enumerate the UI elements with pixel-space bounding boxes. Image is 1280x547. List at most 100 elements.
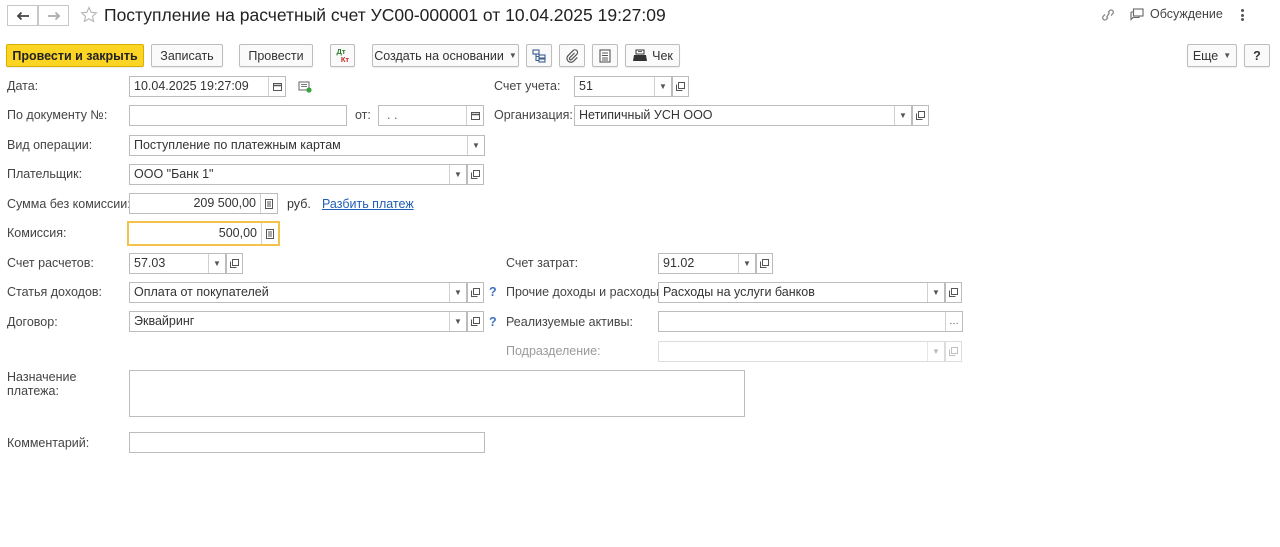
link-icon[interactable] xyxy=(1100,8,1116,25)
other-income-expense-select[interactable]: Расходы на услуги банков ▼ xyxy=(658,282,945,303)
purpose-label: Назначение платежа: xyxy=(7,370,77,398)
open-other-income-expense-button[interactable] xyxy=(945,282,962,303)
chevron-down-icon[interactable]: ▼ xyxy=(738,254,755,273)
chevron-down-icon: ▼ xyxy=(1223,51,1232,60)
chevron-down-icon[interactable]: ▼ xyxy=(894,106,911,125)
back-button[interactable] xyxy=(7,5,38,26)
doc-number-input[interactable] xyxy=(129,105,347,126)
payer-label: Плательщик: xyxy=(7,167,83,181)
date-label: Дата: xyxy=(7,79,39,93)
amount-value: 209 500,00 xyxy=(193,196,256,210)
currency-label: руб. xyxy=(287,197,311,211)
chevron-down-icon[interactable]: ▼ xyxy=(467,136,484,155)
report-button[interactable] xyxy=(592,44,618,67)
payer-select[interactable]: ООО "Банк 1" ▼ xyxy=(129,164,467,185)
calculator-icon[interactable] xyxy=(261,223,278,244)
calendar-icon[interactable] xyxy=(466,106,483,125)
division-label: Подразделение: xyxy=(506,344,601,358)
arrow-left-icon xyxy=(16,11,29,20)
attachments-button[interactable] xyxy=(559,44,585,67)
posting-status-icon xyxy=(298,80,312,96)
chevron-down-icon[interactable]: ▼ xyxy=(449,312,466,331)
open-window-icon xyxy=(471,288,480,297)
open-organization-button[interactable] xyxy=(912,105,929,126)
open-income-item-button[interactable] xyxy=(467,282,484,303)
more-button[interactable]: Еще ▼ xyxy=(1187,44,1237,67)
chevron-down-icon[interactable]: ▼ xyxy=(927,283,944,302)
doc-number-value xyxy=(130,106,346,125)
open-expense-account-button[interactable] xyxy=(756,253,773,274)
more-label: Еще xyxy=(1192,48,1219,63)
cash-register-icon xyxy=(633,49,648,61)
ellipsis-icon[interactable]: … xyxy=(945,312,962,331)
forward-button[interactable] xyxy=(38,5,69,26)
expense-account-label: Счет затрат: xyxy=(506,256,579,270)
purpose-textarea[interactable] xyxy=(129,370,745,417)
paperclip-icon xyxy=(566,48,579,63)
contract-select[interactable]: Эквайринг ▼ xyxy=(129,311,467,332)
discussion-icon xyxy=(1130,7,1144,21)
contract-value: Эквайринг xyxy=(134,314,195,328)
open-payer-button[interactable] xyxy=(467,164,484,185)
receipt-button[interactable]: Чек xyxy=(625,44,680,67)
account-value: 51 xyxy=(579,79,593,93)
create-based-on-button[interactable]: Создать на основании ▼ xyxy=(372,44,519,67)
other-income-expense-label: Прочие доходы и расходы: xyxy=(506,285,663,299)
open-account-button[interactable] xyxy=(672,76,689,97)
account-label: Счет учета: xyxy=(494,79,561,93)
open-window-icon xyxy=(760,259,769,268)
kt-label: Кт xyxy=(340,54,350,64)
help-question-icon[interactable]: ? xyxy=(489,315,497,329)
open-contract-button[interactable] xyxy=(467,311,484,332)
commission-input[interactable]: 500,00 xyxy=(127,221,280,246)
comment-input[interactable] xyxy=(129,432,485,453)
chevron-down-icon[interactable]: ▼ xyxy=(449,283,466,302)
amount-input[interactable]: 209 500,00 xyxy=(129,193,278,214)
dt-kt-button[interactable]: Дт Кт xyxy=(330,44,355,67)
discussion-button[interactable]: Обсуждение xyxy=(1130,7,1223,21)
account-select[interactable]: 51 ▼ xyxy=(574,76,672,97)
chevron-down-icon[interactable]: ▼ xyxy=(208,254,225,273)
doc-date-field[interactable]: . . xyxy=(378,105,484,126)
settlement-account-value: 57.03 xyxy=(134,256,166,270)
settlement-account-label: Счет расчетов: xyxy=(7,256,94,270)
income-item-select[interactable]: Оплата от покупателей ▼ xyxy=(129,282,467,303)
operation-type-select[interactable]: Поступление по платежным картам ▼ xyxy=(129,135,485,156)
chevron-down-icon[interactable]: ▼ xyxy=(654,77,671,96)
sold-assets-input[interactable]: … xyxy=(658,311,963,332)
organization-label: Организация: xyxy=(494,108,573,122)
date-field[interactable]: 10.04.2025 19:27:09 xyxy=(129,76,286,97)
open-window-icon xyxy=(949,288,958,297)
amount-label: Сумма без комиссии: xyxy=(7,197,131,211)
help-question-icon[interactable]: ? xyxy=(489,285,497,299)
save-button[interactable]: Записать xyxy=(151,44,223,67)
expense-account-value: 91.02 xyxy=(663,256,695,270)
post-button[interactable]: Провести xyxy=(239,44,313,67)
sold-assets-value xyxy=(659,312,945,331)
create-based-on-label: Создать на основании xyxy=(374,48,504,63)
open-window-icon xyxy=(230,259,239,268)
income-item-value: Оплата от покупателей xyxy=(134,285,269,299)
doc-from-label: от: xyxy=(355,108,371,122)
favorite-star-icon[interactable] xyxy=(80,6,98,27)
structure-button[interactable] xyxy=(526,44,552,67)
comment-value xyxy=(130,433,484,452)
help-button[interactable]: ? xyxy=(1244,44,1270,67)
open-window-icon xyxy=(916,111,925,120)
expense-account-select[interactable]: 91.02 ▼ xyxy=(658,253,756,274)
chevron-down-icon[interactable]: ▼ xyxy=(449,165,466,184)
income-item-label: Статья доходов: xyxy=(7,285,103,299)
split-payment-link[interactable]: Разбить платеж xyxy=(322,197,414,211)
more-actions-icon[interactable] xyxy=(1236,7,1248,23)
division-select: ▼ xyxy=(658,341,945,362)
post-and-close-button[interactable]: Провести и закрыть xyxy=(6,44,144,67)
open-settlement-account-button[interactable] xyxy=(226,253,243,274)
calculator-icon[interactable] xyxy=(260,194,277,213)
settlement-account-select[interactable]: 57.03 ▼ xyxy=(129,253,226,274)
open-window-icon xyxy=(471,170,480,179)
open-window-icon xyxy=(949,347,958,356)
discussion-label: Обсуждение xyxy=(1150,7,1223,21)
organization-select[interactable]: Нетипичный УСН ООО ▼ xyxy=(574,105,912,126)
calendar-icon[interactable] xyxy=(268,77,285,96)
hierarchy-icon xyxy=(532,48,546,63)
